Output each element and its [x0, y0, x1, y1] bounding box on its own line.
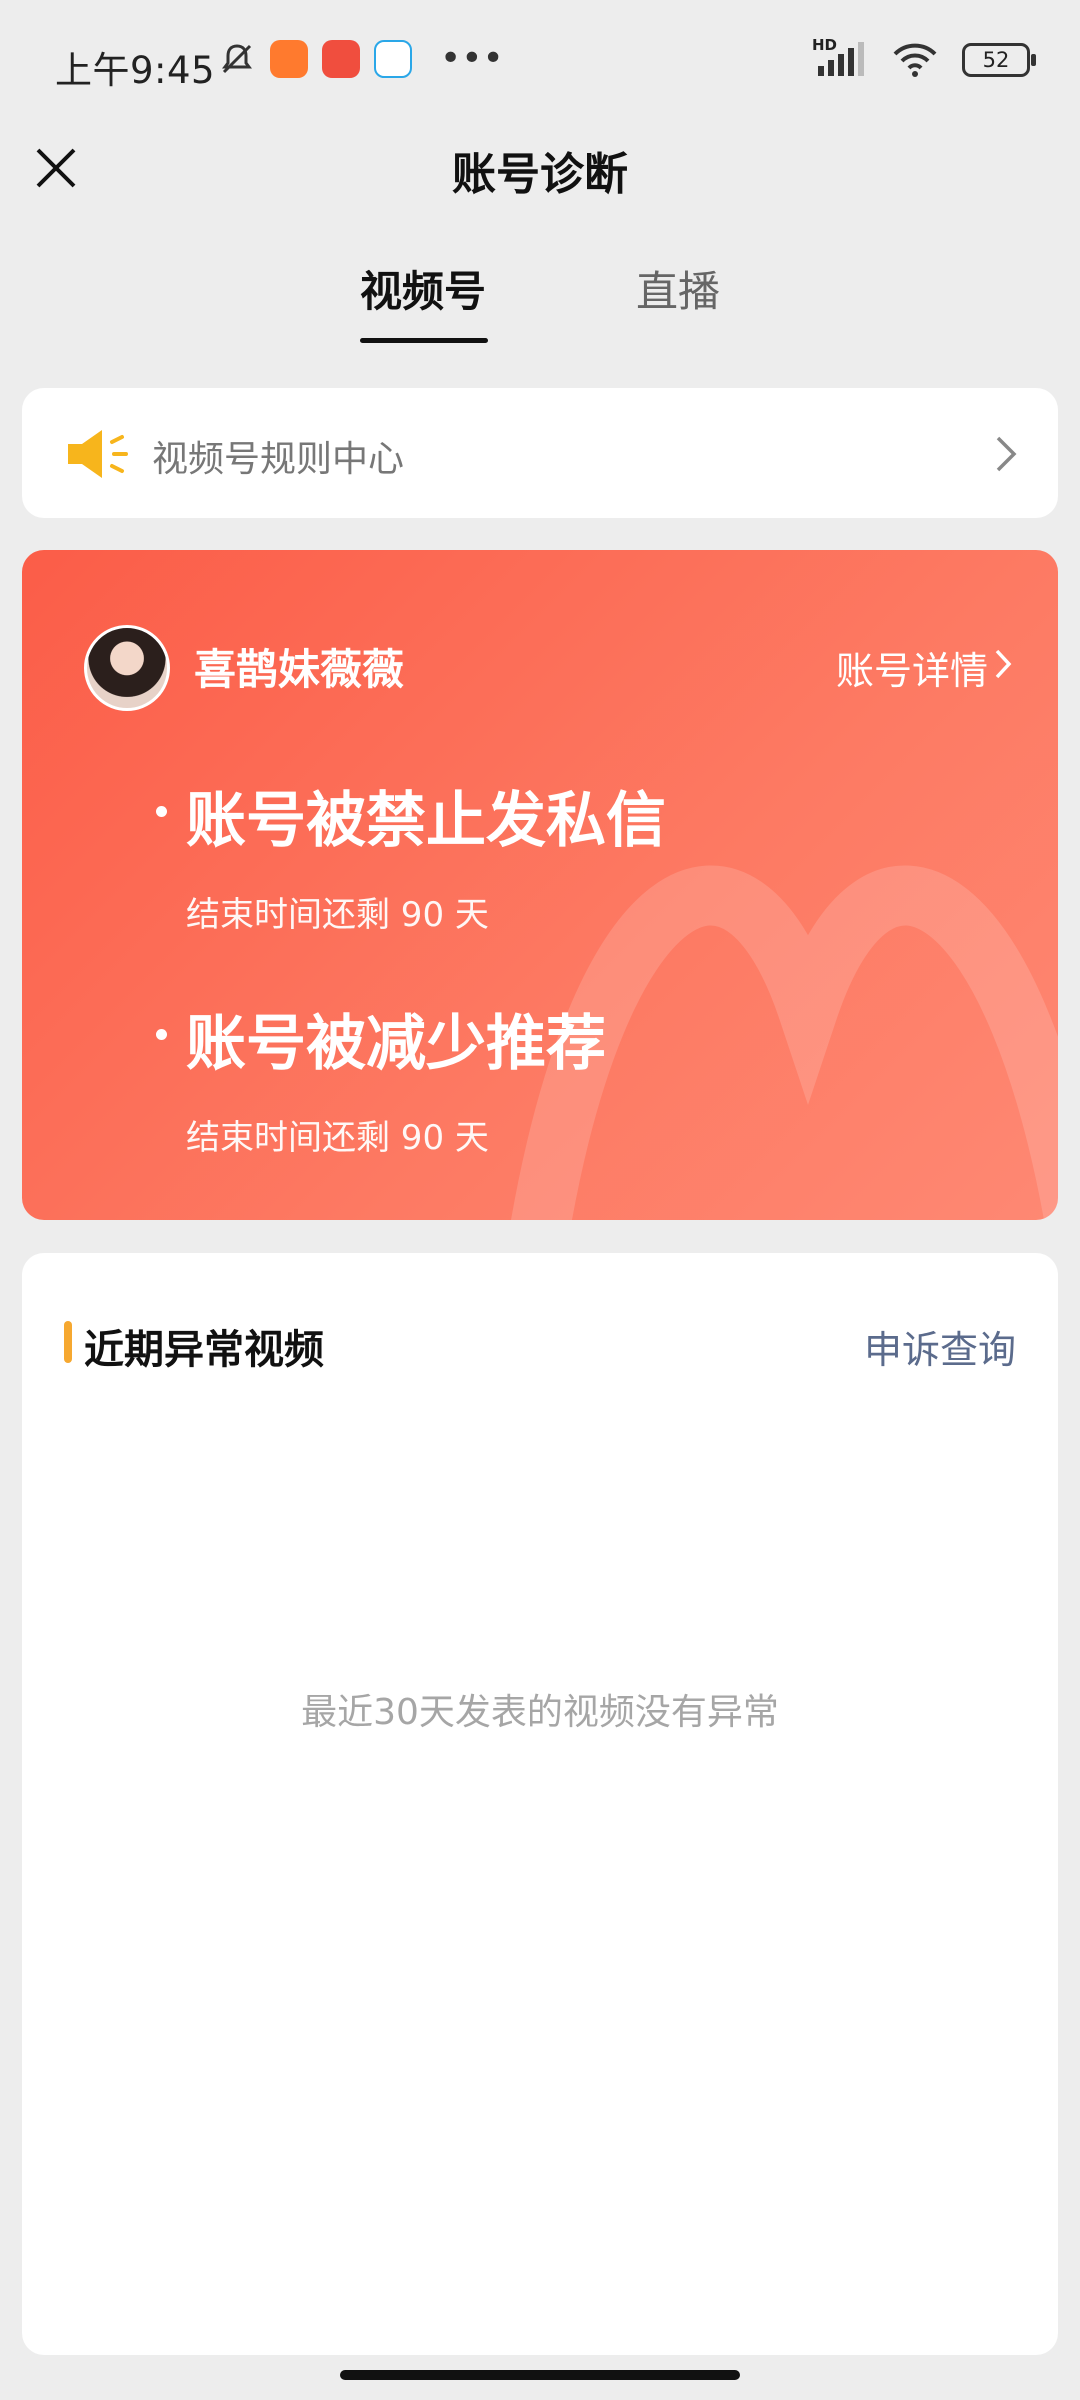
- page-title: 账号诊断: [452, 149, 628, 200]
- section-accent-bar: [64, 1321, 72, 1363]
- restriction-title: 账号被减少推荐: [186, 1009, 606, 1079]
- battery-icon: 52: [962, 43, 1036, 77]
- active-tab-indicator: [360, 338, 488, 343]
- tab-bar: 视频号 直播: [0, 230, 1080, 350]
- nav-bar: 账号诊断: [0, 120, 1080, 230]
- system-icons: HD 52: [812, 36, 1036, 78]
- notification-icons: •••: [218, 40, 504, 78]
- avatar: [84, 625, 170, 711]
- restriction-remaining: 结束时间还剩 90 天: [186, 1118, 489, 1158]
- status-time: 上午9:45: [55, 49, 216, 92]
- bullet-icon: [156, 806, 167, 817]
- restriction-title: 账号被禁止发私信: [186, 786, 666, 856]
- rules-center-label: 视频号规则中心: [152, 439, 405, 480]
- status-bar: 上午9:45 ••• HD 52: [0, 0, 1080, 120]
- abnormal-videos-section: 近期异常视频 申诉查询 最近30天发表的视频没有异常: [22, 1253, 1058, 2355]
- home-indicator[interactable]: [340, 2370, 740, 2380]
- appeal-query-link[interactable]: 申诉查询: [864, 1319, 1016, 1374]
- chat-app-icon: [374, 40, 412, 78]
- rules-center-link[interactable]: 视频号规则中心: [22, 388, 1058, 518]
- restriction-item: 账号被禁止发私信 结束时间还剩 90 天: [156, 772, 666, 936]
- more-notifications-icon: •••: [440, 38, 504, 79]
- wifi-icon: [893, 43, 937, 77]
- chevron-right-icon: [995, 649, 1012, 679]
- account-detail-link[interactable]: 账号详情: [836, 640, 988, 695]
- speaker-icon: [68, 430, 128, 478]
- tab-video-account[interactable]: 视频号: [360, 258, 486, 319]
- empty-state-message: 最近30天发表的视频没有异常: [301, 1692, 779, 1733]
- section-title: 近期异常视频: [84, 1327, 324, 1373]
- restriction-item: 账号被减少推荐 结束时间还剩 90 天: [156, 995, 606, 1159]
- account-name: 喜鹊妹薇薇: [194, 645, 405, 694]
- taobao-app-icon: [270, 40, 308, 78]
- chevron-right-icon: [996, 436, 1017, 472]
- tab-live[interactable]: 直播: [636, 258, 720, 319]
- video-app-icon: [322, 40, 360, 78]
- bullet-icon: [156, 1029, 167, 1040]
- restriction-remaining: 结束时间还剩 90 天: [186, 895, 489, 935]
- mute-bell-icon: [222, 44, 252, 74]
- signal-icon: HD: [812, 36, 868, 78]
- account-status-card: 喜鹊妹薇薇 账号详情 账号被禁止发私信 结束时间还剩 90 天 账号被减少推荐 …: [22, 550, 1058, 1220]
